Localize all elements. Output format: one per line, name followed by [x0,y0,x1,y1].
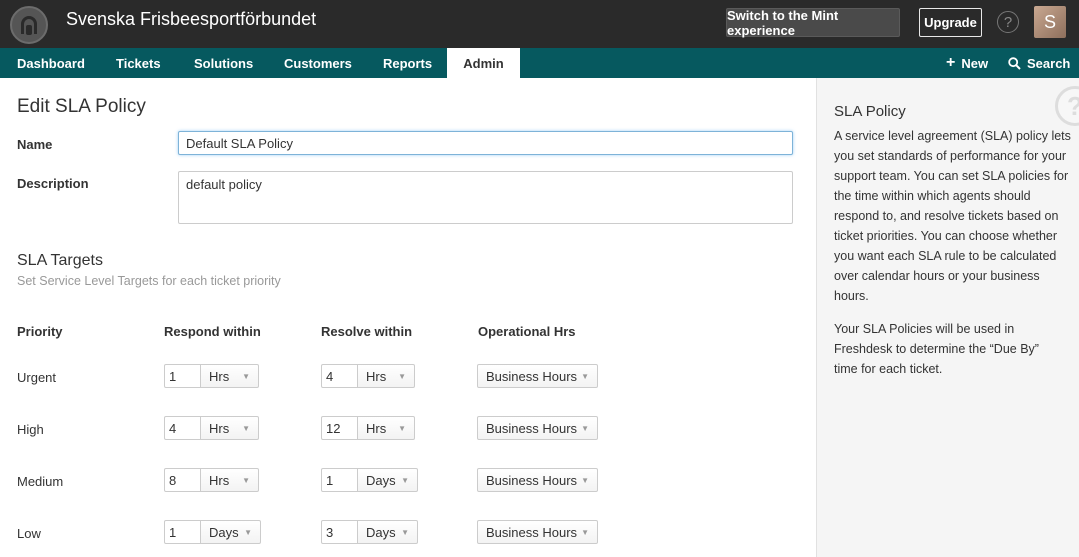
high-resolve-input[interactable]: 12 [321,416,358,440]
new-button[interactable]: + New [946,48,988,78]
top-bar: Svenska Frisbeesportförbundet Switch to … [0,0,1079,48]
new-label: New [961,55,989,71]
caret-down-icon: ▼ [581,371,589,381]
urgent-operational-select[interactable]: Business Hours ▼ [477,364,598,388]
operational-label: Business Hours [486,472,578,488]
tab-customers[interactable]: Customers [284,48,352,78]
high-operational-select[interactable]: Business Hours ▼ [477,416,598,440]
caret-down-icon: ▼ [244,527,252,537]
unit-label: Hrs [209,368,230,384]
tab-solutions[interactable]: Solutions [194,48,253,78]
plus-icon: + [946,54,956,71]
low-operational-select[interactable]: Business Hours ▼ [477,520,598,544]
sidebar-paragraph-2: Your SLA Policies will be used in Freshd… [834,322,1039,376]
app-title: Svenska Frisbeesportförbundet [66,9,317,29]
tab-tickets[interactable]: Tickets [116,48,161,78]
operational-label: Business Hours [486,420,578,436]
search-icon [1008,56,1021,70]
medium-respond-unit[interactable]: Hrs ▼ [201,468,259,492]
low-respond-input[interactable]: 1 [164,520,201,544]
urgent-resolve-input[interactable]: 4 [321,364,358,388]
caret-down-icon: ▼ [242,475,250,485]
unit-label: Hrs [366,420,387,436]
sla-targets-subtitle: Set Service Level Targets for each ticke… [17,274,281,288]
medium-operational-select[interactable]: Business Hours ▼ [477,468,598,492]
column-priority: Priority [17,324,63,339]
urgent-respond-unit[interactable]: Hrs ▼ [201,364,259,388]
unit-label: Days [366,524,396,540]
avatar[interactable]: S [1034,6,1066,38]
column-respond: Respond within [164,324,261,339]
caret-down-icon: ▼ [581,527,589,537]
caret-down-icon: ▼ [401,475,409,485]
search-button[interactable]: Search [1008,48,1070,78]
name-label: Name [17,137,53,152]
unit-label: Hrs [366,368,387,384]
priority-low: Low [17,526,41,541]
medium-resolve-input[interactable]: 1 [321,468,358,492]
low-resolve-unit[interactable]: Days ▼ [358,520,418,544]
unit-label: Hrs [209,472,230,488]
sla-targets-title: SLA Targets [17,252,103,269]
main-content: Edit SLA Policy Name Default SLA Policy … [0,78,816,557]
low-resolve-input[interactable]: 3 [321,520,358,544]
medium-resolve-unit[interactable]: Days ▼ [358,468,418,492]
caret-down-icon: ▼ [398,423,406,433]
tab-reports[interactable]: Reports [383,48,432,78]
caret-down-icon: ▼ [401,527,409,537]
priority-medium: Medium [17,474,64,489]
switch-mint-button[interactable]: Switch to the Mint experience [726,8,900,38]
page-title: Edit SLA Policy [17,96,146,117]
low-respond-unit[interactable]: Days ▼ [201,520,261,544]
sidebar-paragraph-1: A service level agreement (SLA) policy l… [834,129,1071,303]
high-resolve-unit[interactable]: Hrs ▼ [358,416,415,440]
urgent-resolve-unit[interactable]: Hrs ▼ [358,364,415,388]
unit-label: Hrs [209,420,230,436]
column-resolve: Resolve within [321,324,413,339]
search-label: Search [1027,55,1071,71]
sidebar-title: SLA Policy [834,103,906,120]
help-icon[interactable]: ? [997,11,1019,33]
high-respond-input[interactable]: 4 [164,416,201,440]
priority-urgent: Urgent [17,370,57,385]
column-operational: Operational Hrs [478,324,576,339]
description-label: Description [17,176,89,191]
main-nav: Dashboard Tickets Solutions Customers Re… [0,48,1079,78]
caret-down-icon: ▼ [242,423,250,433]
unit-label: Days [209,524,239,540]
operational-label: Business Hours [486,368,578,384]
tab-dashboard[interactable]: Dashboard [17,48,85,78]
caret-down-icon: ▼ [581,475,589,485]
unit-label: Days [366,472,396,488]
name-input[interactable]: Default SLA Policy [178,131,793,155]
caret-down-icon: ▼ [581,423,589,433]
caret-down-icon: ▼ [242,371,250,381]
tab-admin[interactable]: Admin [447,48,520,78]
high-respond-unit[interactable]: Hrs ▼ [201,416,259,440]
help-sidebar: ? SLA Policy A service level agreement (… [816,78,1079,557]
upgrade-button[interactable]: Upgrade [919,8,982,37]
urgent-respond-input[interactable]: 1 [164,364,201,388]
description-textarea[interactable]: default policy [178,171,793,224]
headset-icon[interactable] [10,6,48,44]
medium-respond-input[interactable]: 8 [164,468,201,492]
caret-down-icon: ▼ [398,371,406,381]
priority-high: High [17,422,44,437]
help-icon[interactable]: ? [1055,86,1079,126]
operational-label: Business Hours [486,524,578,540]
